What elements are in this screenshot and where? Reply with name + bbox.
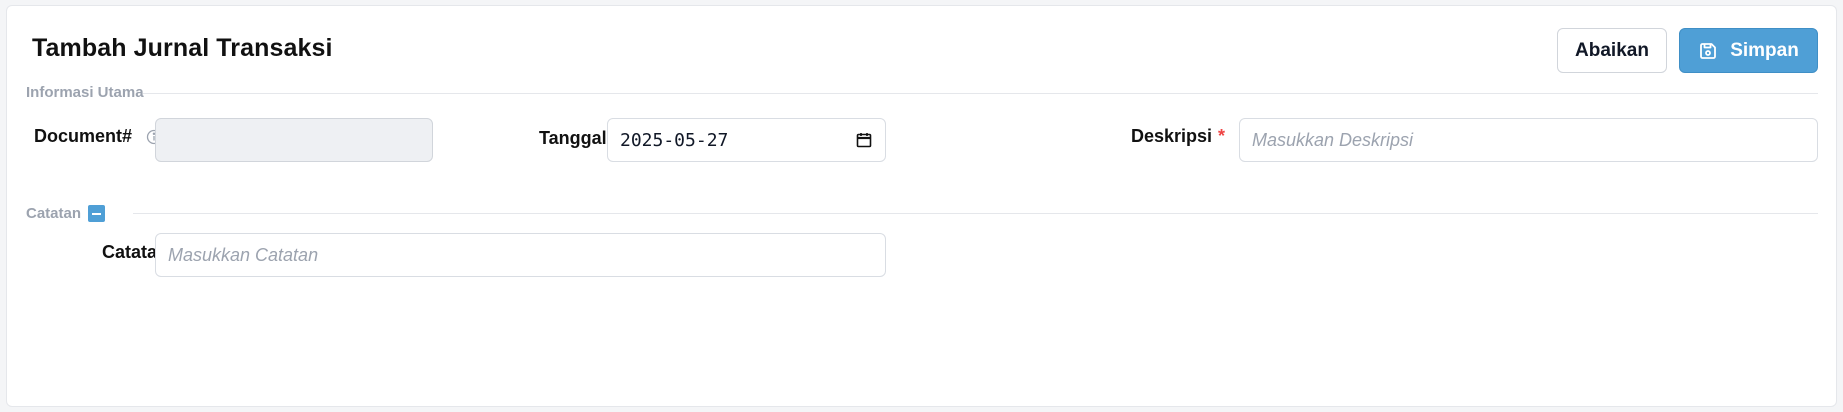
date-label-text: Tanggal [539, 128, 607, 148]
document-number-field[interactable] [155, 118, 433, 162]
section-main-divider [143, 93, 1818, 94]
description-required-mark: * [1218, 126, 1226, 146]
save-icon [1698, 41, 1718, 61]
save-button[interactable]: Simpan [1679, 28, 1818, 73]
collapse-minus-icon[interactable] [88, 205, 106, 222]
page-title: Tambah Jurnal Transaksi [32, 34, 333, 62]
cancel-button[interactable]: Abaikan [1557, 28, 1667, 73]
description-label: Deskripsi * [1131, 126, 1225, 147]
section-notes-title: Catatan [26, 205, 82, 222]
form-card: Tambah Jurnal Transaksi Abaikan Simpan I… [6, 5, 1837, 407]
notes-input[interactable] [155, 233, 886, 277]
section-main-label: Informasi Utama [26, 84, 144, 101]
date-value: 2025-05-27 [620, 129, 729, 151]
calendar-icon[interactable] [855, 131, 873, 149]
document-label: Document# [34, 126, 162, 147]
section-main-title: Informasi Utama [26, 84, 144, 101]
description-input[interactable] [1239, 118, 1818, 162]
section-notes-label: Catatan [26, 205, 106, 222]
document-label-text: Document# [34, 126, 133, 146]
date-field[interactable]: 2025-05-27 [607, 118, 886, 162]
section-notes-divider [133, 213, 1818, 214]
description-label-text: Deskripsi [1131, 126, 1213, 146]
save-button-label: Simpan [1730, 39, 1799, 61]
